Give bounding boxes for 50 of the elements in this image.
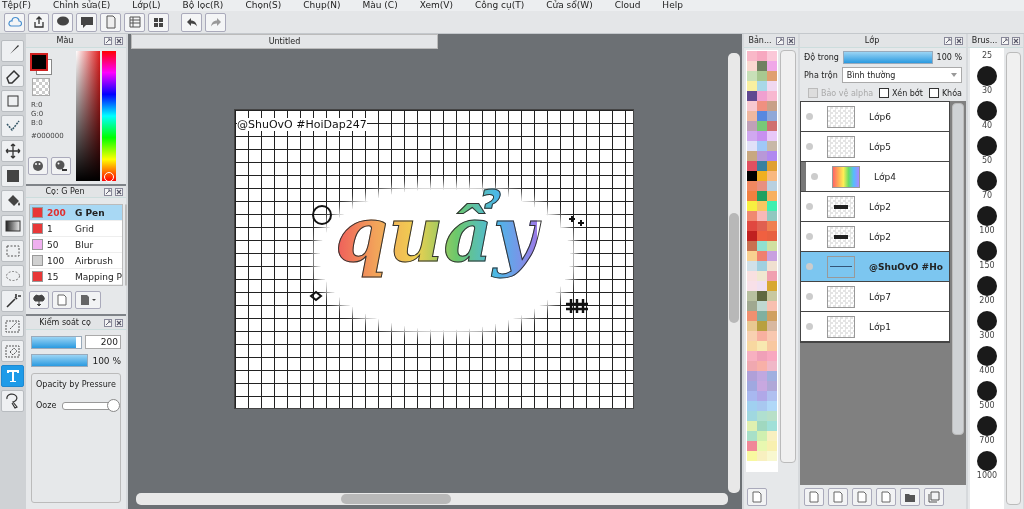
brush-item[interactable]: 50 Blur (30, 237, 122, 253)
panel-title: Bản... (747, 36, 773, 45)
brush-size-item[interactable]: 150 (970, 235, 1004, 270)
brush-item[interactable]: 15 Mapping P (30, 269, 122, 285)
opacity-label: Độ trong (804, 53, 839, 62)
brush-size-item[interactable]: 25 (970, 48, 1004, 60)
opacity-value: 100 % (91, 355, 121, 366)
brush-size-item[interactable]: 40 (970, 95, 1004, 130)
menu-item[interactable]: Cửa sổ(W) (546, 0, 593, 11)
brush-size-item[interactable]: 400 (970, 340, 1004, 375)
clipping-checkbox[interactable]: Xén bớt (879, 88, 923, 98)
brush-size-item[interactable]: 700 (970, 410, 1004, 445)
brush-size-item[interactable]: 30 (970, 60, 1004, 95)
menu-item[interactable]: Chọn(S) (245, 0, 282, 11)
brush-size-item[interactable]: 200 (970, 270, 1004, 305)
blend-label: Pha trộn (804, 70, 838, 80)
menu-item[interactable]: Chụp(N) (303, 0, 341, 11)
document-tab[interactable]: Untitled (131, 34, 438, 49)
layer-row[interactable]: @ShuOvO #Ho (801, 252, 949, 282)
size-field[interactable]: 200 (85, 335, 121, 349)
menu-item[interactable]: Tệp(F) (2, 0, 31, 11)
menu-item[interactable]: Cloud (614, 0, 641, 11)
panel-title: Lớp (863, 36, 881, 45)
menu-item[interactable]: Bộ lọc(R) (182, 0, 224, 11)
menu-item[interactable]: Xem(V) (419, 0, 453, 11)
blend-mode-dropdown[interactable]: Bình thường (841, 67, 962, 83)
pressure-label: Opacity by Pressure (36, 380, 116, 389)
panel-title: Cọ: G Pen (44, 187, 86, 196)
menu-item[interactable]: Màu (C) (362, 0, 398, 11)
panel-title: Kiểm soát cọ (38, 318, 92, 327)
brush-size-item[interactable]: 50 (970, 130, 1004, 165)
brush-item[interactable]: 200 G Pen (30, 205, 122, 221)
brush-size-item[interactable]: 70 (970, 165, 1004, 200)
brush-item[interactable]: 1 Grid (30, 221, 122, 237)
menu-item[interactable]: Chỉnh sửa(E) (52, 0, 111, 11)
menu-item[interactable]: Công cụ(T) (474, 0, 525, 11)
brush-size-item[interactable]: 100 (970, 200, 1004, 235)
brush-item[interactable]: 100 Airbrush (30, 253, 122, 269)
brush-size-item[interactable]: 300 (970, 305, 1004, 340)
canvas-text: @ShuOvO #HoiDap247 (237, 118, 367, 131)
layer-row[interactable]: Lớp4 (801, 162, 949, 192)
panel-title: Màu (55, 36, 75, 45)
brush-size-item[interactable]: 500 (970, 375, 1004, 410)
menu-item[interactable]: Lớp(L) (132, 0, 161, 11)
lock-checkbox[interactable]: Khóa (928, 88, 962, 98)
brush-size-item[interactable]: 1000 (970, 445, 1004, 480)
panel-title: Brus... (970, 36, 999, 45)
opacity-value: 100 % (936, 53, 962, 62)
menu-item[interactable]: Help (662, 0, 683, 11)
ooze-label: Ooze (36, 401, 57, 410)
